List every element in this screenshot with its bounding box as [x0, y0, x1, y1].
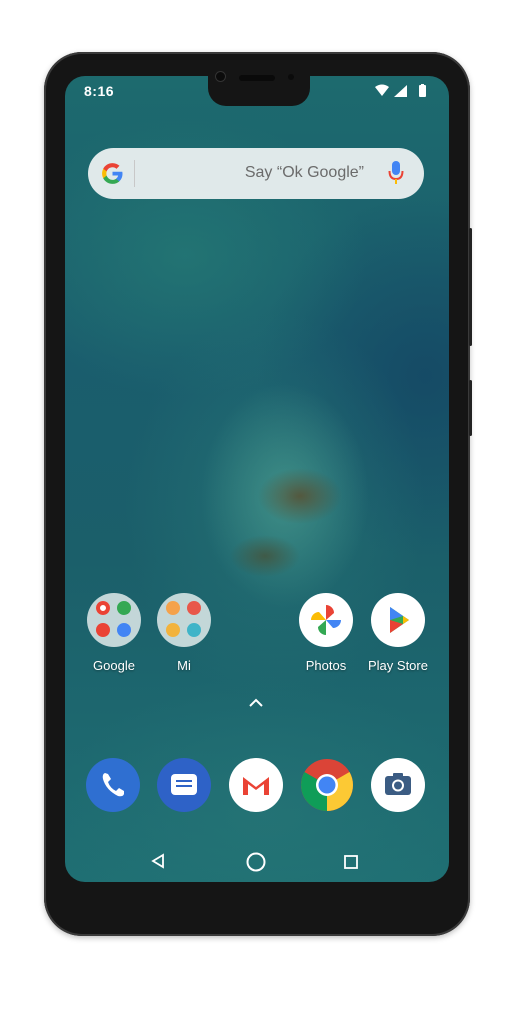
- google-search-bar[interactable]: Say “Ok Google”: [88, 148, 424, 199]
- recents-icon[interactable]: [344, 855, 358, 869]
- app-photos[interactable]: Photos: [288, 593, 364, 673]
- back-icon[interactable]: [150, 853, 166, 869]
- volume-button: [469, 228, 472, 346]
- phone-icon[interactable]: [86, 758, 140, 812]
- app-label: Mi: [177, 658, 191, 673]
- app-label: Play Store: [368, 658, 428, 673]
- home-icon[interactable]: [245, 851, 267, 873]
- signal-icon: [394, 85, 407, 97]
- power-button: [469, 380, 472, 436]
- photos-icon: [299, 593, 353, 647]
- app-drawer-chevron-up-icon[interactable]: [247, 697, 265, 709]
- gmail-icon[interactable]: [229, 758, 283, 812]
- earpiece-speaker: [239, 75, 275, 81]
- status-icons: [374, 84, 428, 98]
- proximity-sensor: [288, 74, 294, 80]
- google-g-icon: [102, 163, 123, 184]
- play-store-icon: [371, 593, 425, 647]
- app-google-folder[interactable]: Google: [76, 593, 152, 673]
- mi-folder-icon: [157, 593, 211, 647]
- app-label: Photos: [305, 658, 347, 673]
- search-hint: Say “Ok Google”: [244, 164, 364, 181]
- camera-icon[interactable]: [371, 758, 425, 812]
- app-play-store[interactable]: Play Store: [360, 593, 436, 673]
- search-divider: [134, 160, 135, 187]
- status-time: 8:16: [84, 83, 115, 99]
- chrome-icon[interactable]: [300, 758, 354, 812]
- app-label: Google: [93, 658, 135, 673]
- front-camera: [216, 72, 225, 81]
- app-mi-folder[interactable]: Mi: [146, 593, 222, 673]
- navigation-bar: [65, 836, 449, 882]
- battery-icon: [419, 84, 426, 97]
- google-folder-icon: [87, 593, 141, 647]
- messages-icon[interactable]: [157, 758, 211, 812]
- mic-icon[interactable]: [388, 160, 404, 186]
- wifi-icon: [375, 84, 389, 96]
